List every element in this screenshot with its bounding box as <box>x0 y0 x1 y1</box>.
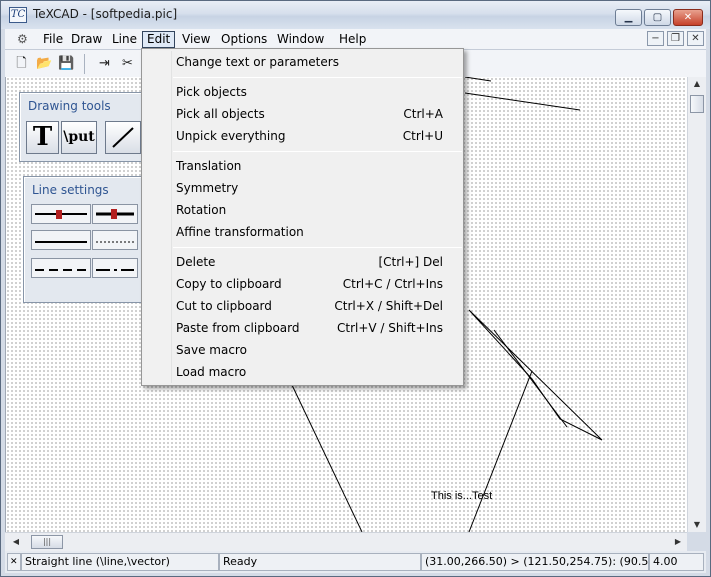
menu-item-label: Change text or parameters <box>176 55 339 69</box>
maximize-button[interactable]: ▢ <box>644 9 671 26</box>
vertical-scroll-thumb[interactable] <box>690 95 704 113</box>
scroll-left-icon[interactable]: ◀ <box>9 533 23 551</box>
menu-item-pick-all[interactable]: Pick all objects Ctrl+A <box>145 103 460 125</box>
menu-item-shortcut: Ctrl+V / Shift+Ins <box>336 321 443 335</box>
menu-item-save-macro[interactable]: Save macro <box>145 339 460 361</box>
menu-item-load-macro[interactable]: Load macro <box>145 361 460 383</box>
horizontal-scroll-thumb[interactable]: ||| <box>31 535 63 549</box>
title-bar[interactable]: TC TeXCAD - [softpedia.pic] ▁ ▢ ✕ <box>1 1 710 29</box>
menu-help[interactable]: Help <box>335 31 370 48</box>
menu-item-label: Affine transformation <box>176 225 304 239</box>
join-icon[interactable]: ⇥ <box>94 53 115 74</box>
app-icon: TC <box>9 7 27 23</box>
main-window: TC TeXCAD - [softpedia.pic] ▁ ▢ ✕ ⚙ File… <box>0 0 711 577</box>
menu-item-label: Translation <box>176 159 242 173</box>
menu-window[interactable]: Window <box>273 31 328 48</box>
menu-item-pick-objects[interactable]: Pick objects <box>145 81 460 103</box>
menu-file[interactable]: File <box>39 31 67 48</box>
menu-separator <box>173 151 462 152</box>
menu-item-translation[interactable]: Translation <box>145 155 460 177</box>
menu-item-label: Paste from clipboard <box>176 321 300 335</box>
status-value: 4.00 <box>649 553 704 571</box>
menu-item-shortcut: Ctrl+A <box>403 107 443 121</box>
menu-options[interactable]: Options <box>217 31 271 48</box>
dotted-line-button[interactable] <box>92 230 138 250</box>
close-button[interactable]: ✕ <box>673 9 703 26</box>
menu-item-label: Cut to clipboard <box>176 299 272 313</box>
dashed-line-button[interactable] <box>31 258 91 278</box>
put-tool-button[interactable]: \put <box>61 121 97 154</box>
dash-dot-line-button[interactable] <box>92 258 138 278</box>
menu-item-shortcut: Ctrl+U <box>402 129 443 143</box>
menu-item-shortcut: Ctrl+C / Ctrl+Ins <box>342 277 443 291</box>
scroll-down-icon[interactable]: ▼ <box>688 518 706 532</box>
edit-menu-dropdown: Change text or parameters Pick objects P… <box>141 48 464 386</box>
menu-item-label: Pick all objects <box>176 107 265 121</box>
menu-item-label: Symmetry <box>176 181 239 195</box>
menu-item-paste[interactable]: Paste from clipboard Ctrl+V / Shift+Ins <box>145 317 460 339</box>
window-title: TeXCAD - [softpedia.pic] <box>33 7 178 21</box>
menu-item-label: Copy to clipboard <box>176 277 282 291</box>
thin-vector-button[interactable] <box>31 204 91 224</box>
menu-item-symmetry[interactable]: Symmetry <box>145 177 460 199</box>
line-settings-panel: Line settings <box>23 176 143 303</box>
menu-separator <box>173 77 462 78</box>
mdi-close-icon[interactable]: ✕ <box>687 31 704 46</box>
status-coordinates: (31.00,266.50) > (121.50,254.75): (90.50… <box>421 553 649 571</box>
status-close-icon[interactable]: ✕ <box>7 553 21 571</box>
save-icon[interactable]: 💾 <box>56 53 77 74</box>
solid-line-icon <box>35 241 87 243</box>
toolbar-separator <box>84 54 85 74</box>
menu-item-label: Pick objects <box>176 85 247 99</box>
thick-vector-button[interactable] <box>92 204 138 224</box>
open-folder-icon[interactable]: 📂 <box>34 53 55 74</box>
status-state: Ready <box>219 553 421 571</box>
mdi-restore-icon[interactable]: ❐ <box>667 31 684 46</box>
text-tool-button[interactable]: T <box>26 121 59 154</box>
dashed-line-icon <box>35 269 87 271</box>
dash-dot-line-icon <box>96 269 134 271</box>
canvas-text-label[interactable]: This is...Test <box>431 490 492 502</box>
status-bar: ✕ Straight line (\line,\vector) Ready (3… <box>5 551 706 573</box>
menu-item-shortcut: Ctrl+X / Shift+Del <box>334 299 443 313</box>
menu-item-copy[interactable]: Copy to clipboard Ctrl+C / Ctrl+Ins <box>145 273 460 295</box>
menu-item-delete[interactable]: Delete [Ctrl+] Del <box>145 251 460 273</box>
menu-item-label: Rotation <box>176 203 227 217</box>
menu-item-label: Delete <box>176 255 216 269</box>
vertical-scrollbar[interactable]: ▲ ▼ <box>687 77 706 532</box>
minimize-button[interactable]: ▁ <box>615 9 642 26</box>
menu-line[interactable]: Line <box>108 31 141 48</box>
menu-view[interactable]: View <box>178 31 214 48</box>
menu-item-rotation[interactable]: Rotation <box>145 199 460 221</box>
horizontal-scrollbar[interactable]: ◀ ||| ▶ <box>5 532 687 551</box>
line-tool-icon <box>112 127 134 148</box>
menu-bar: ⚙ File Draw Line Edit View Options Windo… <box>5 29 706 49</box>
menu-separator <box>173 247 462 248</box>
new-file-icon[interactable]: 🗋 <box>11 53 32 74</box>
document-icon[interactable]: ⚙ <box>17 31 33 47</box>
thick-vector-icon <box>96 209 134 219</box>
menu-item-shortcut: [Ctrl+] Del <box>378 255 443 269</box>
menu-item-label: Load macro <box>176 365 247 379</box>
line-settings-title: Line settings <box>32 183 109 197</box>
menu-item-cut[interactable]: Cut to clipboard Ctrl+X / Shift+Del <box>145 295 460 317</box>
menu-item-change-text[interactable]: Change text or parameters <box>145 51 460 73</box>
menu-item-label: Unpick everything <box>176 129 286 143</box>
menu-item-label: Save macro <box>176 343 247 357</box>
mdi-minimize-icon[interactable]: − <box>647 31 664 46</box>
thin-vector-icon <box>35 210 87 219</box>
solid-line-button[interactable] <box>31 230 91 250</box>
drawing-tools-panel: Drawing tools T \put <box>19 92 143 162</box>
line-tool-button[interactable] <box>105 121 141 154</box>
menu-item-affine[interactable]: Affine transformation <box>145 221 460 243</box>
status-tool: Straight line (\line,\vector) <box>21 553 219 571</box>
menu-edit[interactable]: Edit <box>142 31 176 48</box>
menu-draw[interactable]: Draw <box>67 31 106 48</box>
drawing-tools-title: Drawing tools <box>28 99 111 113</box>
scroll-right-icon[interactable]: ▶ <box>671 533 685 551</box>
scroll-up-icon[interactable]: ▲ <box>688 77 706 91</box>
menu-item-unpick[interactable]: Unpick everything Ctrl+U <box>145 125 460 147</box>
dotted-line-icon <box>96 241 134 243</box>
cut-icon[interactable]: ✂ <box>117 53 138 74</box>
